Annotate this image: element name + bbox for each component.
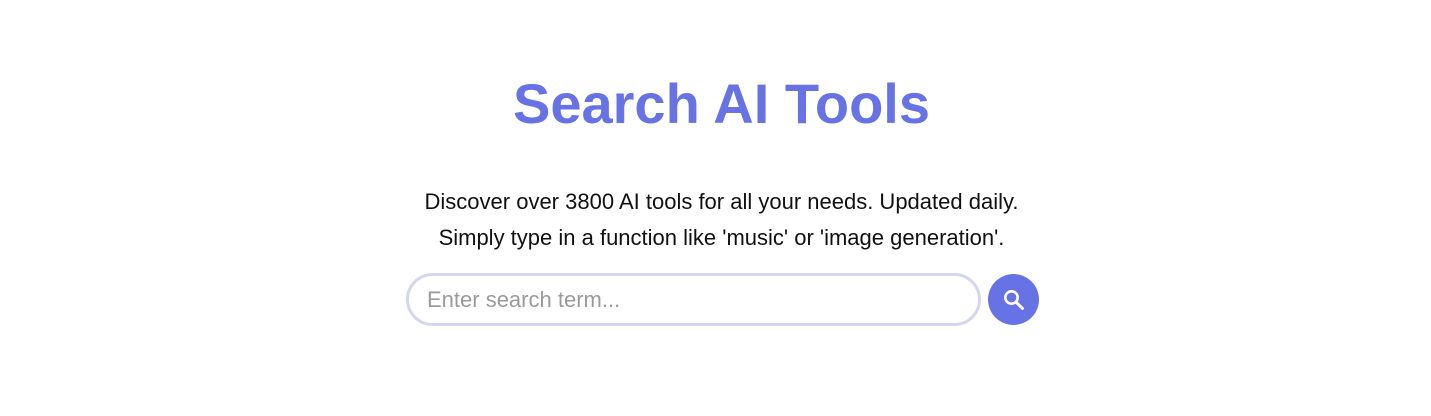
search-icon (1002, 288, 1026, 312)
search-input[interactable] (406, 273, 981, 326)
intro-text: Discover over 3800 AI tools for all your… (0, 184, 1431, 256)
intro-line-1: Discover over 3800 AI tools for all your… (424, 189, 1019, 214)
page: Search AI Tools Discover over 3800 AI to… (0, 0, 1431, 416)
page-title: Search AI Tools (513, 72, 930, 135)
search-bar (406, 273, 1046, 327)
intro-line-2: Simply type in a function like 'music' o… (438, 225, 1005, 250)
search-button[interactable] (988, 274, 1039, 325)
